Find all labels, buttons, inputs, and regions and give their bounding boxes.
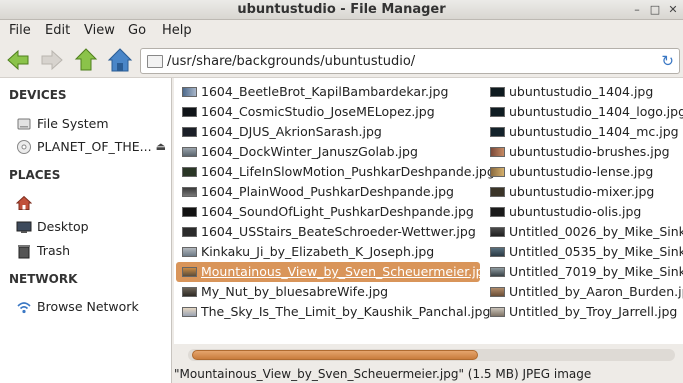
image-thumbnail-icon (182, 127, 197, 137)
forward-arrow-icon (41, 49, 63, 71)
status-text: "Mountainous_View_by_Sven_Scheuermeier.j… (174, 367, 592, 381)
sidebar-item-label: Browse Network (37, 299, 139, 314)
sidebar-item-home[interactable] (16, 193, 170, 213)
file-item[interactable]: 1604_PlainWood_PushkarDeshpande.jpg (176, 182, 480, 202)
menu-go[interactable]: Go (128, 23, 146, 38)
trash-icon (18, 245, 30, 259)
image-thumbnail-icon (182, 187, 197, 197)
scrollbar-thumb[interactable] (192, 350, 478, 360)
file-item-selected[interactable]: Mountainous_View_by_Sven_Scheuermeier.jp… (176, 262, 492, 282)
image-thumbnail-icon (182, 87, 197, 97)
file-item[interactable]: ubuntustudio_1404_mc.jpg (484, 122, 683, 142)
sidebar-item-filesystem[interactable]: File System (16, 114, 170, 134)
harddisk-icon (17, 118, 31, 130)
sidebar-item-label: Trash (37, 243, 71, 258)
image-thumbnail-icon (182, 247, 197, 257)
file-item[interactable]: Untitled_0026_by_Mike_Sinko.jpg (484, 222, 683, 242)
horizontal-scrollbar[interactable] (174, 344, 683, 366)
image-thumbnail-icon (182, 207, 197, 217)
folder-icon (147, 55, 163, 68)
devices-header: DEVICES (9, 88, 67, 102)
sidebar: DEVICES File System PLANET_OF_THE... ⏏ P… (0, 78, 172, 383)
file-item[interactable]: Untitled_by_Troy_Jarrell.jpg (484, 302, 683, 322)
image-thumbnail-icon (490, 307, 505, 317)
file-item[interactable]: 1604_DJUS_AkrionSarash.jpg (176, 122, 480, 142)
menu-help[interactable]: Help (162, 23, 192, 38)
image-thumbnail-icon (182, 307, 197, 317)
toolbar: ↻ (0, 42, 683, 78)
file-item[interactable]: 1604_DockWinter_JanuszGolab.jpg (176, 142, 480, 162)
maximize-button[interactable]: □ (648, 3, 662, 16)
file-item[interactable]: ubuntustudio-olis.jpg (484, 202, 683, 222)
image-thumbnail-icon (490, 167, 505, 177)
image-thumbnail-icon (490, 247, 505, 257)
menu-view[interactable]: View (84, 23, 115, 38)
menu-bar: File Edit View Go Help (0, 20, 683, 42)
network-header: NETWORK (9, 272, 78, 286)
reload-icon[interactable]: ↻ (661, 52, 674, 70)
close-button[interactable]: ✕ (666, 3, 680, 16)
sidebar-item-trash[interactable]: Trash (16, 241, 170, 261)
file-item[interactable]: Untitled_by_Aaron_Burden.jpg (484, 282, 683, 302)
image-thumbnail-icon (182, 287, 197, 297)
file-view[interactable]: 1604_BeetleBrot_KapilBambardekar.jpg 160… (174, 78, 683, 344)
title-bar: ubuntustudio - File Manager – □ ✕ (0, 0, 683, 20)
file-item[interactable]: 1604_LifeInSlowMotion_PushkarDeshpande.j… (176, 162, 495, 182)
up-arrow-icon (74, 48, 98, 71)
file-item[interactable]: 1604_BeetleBrot_KapilBambardekar.jpg (176, 82, 480, 102)
file-item[interactable]: 1604_USStairs_BeateSchroeder-Wettwer.jpg (176, 222, 480, 242)
home-icon (107, 48, 133, 72)
home-button[interactable] (106, 46, 134, 74)
file-item[interactable]: My_Nut_by_bluesabreWife.jpg (176, 282, 480, 302)
places-header: PLACES (9, 168, 61, 182)
image-thumbnail-icon (490, 127, 505, 137)
image-thumbnail-icon (182, 107, 197, 117)
file-item[interactable]: ubuntustudio-brushes.jpg (484, 142, 683, 162)
menu-edit[interactable]: Edit (45, 23, 70, 38)
file-item[interactable]: Untitled_0535_by_Mike_Sinko.jpg (484, 242, 683, 262)
file-item[interactable]: 1604_CosmicStudio_JoseMELopez.jpg (176, 102, 480, 122)
forward-button[interactable] (38, 46, 66, 74)
back-button[interactable] (4, 46, 32, 74)
file-item[interactable]: ubuntustudio-mixer.jpg (484, 182, 683, 202)
home-icon (16, 195, 32, 210)
back-arrow-icon (7, 49, 29, 71)
desktop-icon (16, 221, 32, 233)
file-item[interactable]: The_Sky_Is_The_Limit_by_Kaushik_Panchal.… (176, 302, 490, 322)
file-item[interactable]: ubuntustudio_1404.jpg (484, 82, 683, 102)
address-bar[interactable]: ↻ (140, 48, 680, 74)
parent-folder-button[interactable] (72, 46, 100, 74)
image-thumbnail-icon (490, 227, 505, 237)
image-thumbnail-icon (490, 207, 505, 217)
sidebar-item-label: Desktop (37, 219, 89, 234)
image-thumbnail-icon (182, 267, 197, 277)
minimize-button[interactable]: – (630, 3, 644, 16)
file-item[interactable]: Kinkaku_Ji_by_Elizabeth_K_Joseph.jpg (176, 242, 480, 262)
image-thumbnail-icon (490, 287, 505, 297)
status-bar: "Mountainous_View_by_Sven_Scheuermeier.j… (174, 366, 683, 383)
image-thumbnail-icon (490, 267, 505, 277)
image-thumbnail-icon (490, 147, 505, 157)
sidebar-item-desktop[interactable]: Desktop (16, 217, 170, 237)
wifi-icon (17, 302, 31, 314)
sidebar-item-label: PLANET_OF_THE... (37, 139, 152, 154)
menu-file[interactable]: File (9, 23, 31, 38)
disc-icon (17, 140, 31, 154)
image-thumbnail-icon (490, 187, 505, 197)
image-thumbnail-icon (182, 227, 197, 237)
image-thumbnail-icon (182, 147, 197, 157)
file-item[interactable]: Untitled_7019_by_Mike_Sinko.jpg (484, 262, 683, 282)
image-thumbnail-icon (182, 167, 197, 177)
location-input[interactable] (167, 52, 647, 70)
file-item[interactable]: 1604_SoundOfLight_PushkarDeshpande.jpg (176, 202, 480, 222)
sidebar-item-planet[interactable]: PLANET_OF_THE... ⏏ (16, 137, 170, 157)
window-title: ubuntustudio - File Manager (237, 2, 446, 17)
sidebar-item-browse-network[interactable]: Browse Network (16, 297, 170, 317)
image-thumbnail-icon (490, 107, 505, 117)
file-item[interactable]: ubuntustudio_1404_logo.jpg (484, 102, 683, 122)
sidebar-item-label: File System (37, 116, 109, 131)
file-item[interactable]: ubuntustudio-lense.jpg (484, 162, 683, 182)
image-thumbnail-icon (490, 87, 505, 97)
eject-icon[interactable]: ⏏ (156, 140, 166, 153)
